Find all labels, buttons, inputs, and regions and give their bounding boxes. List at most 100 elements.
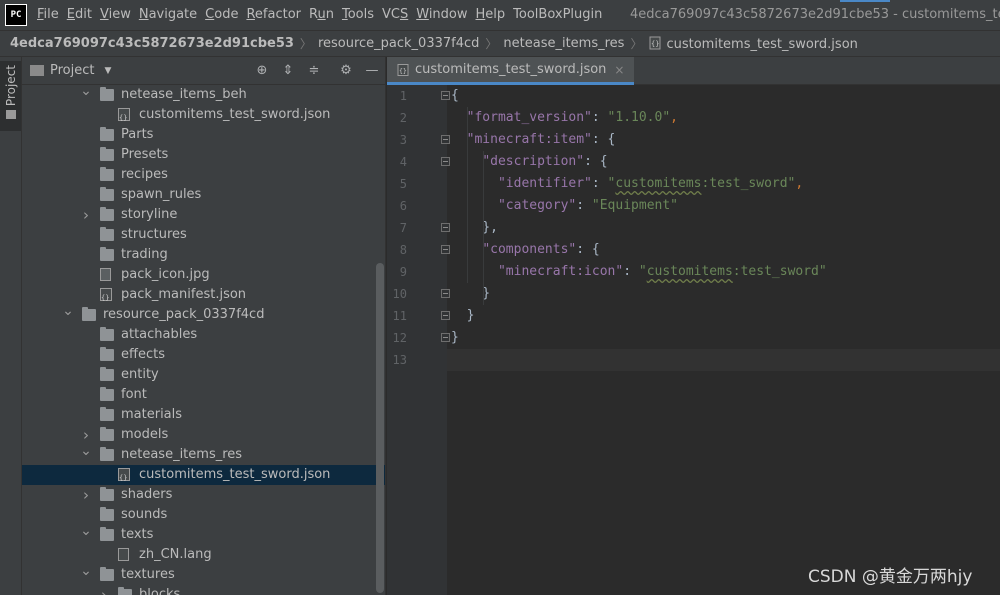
tree-item[interactable]: Parts — [22, 125, 385, 145]
project-tool-window-tab[interactable]: Project — [0, 61, 21, 131]
breadcrumb-netease-items-res[interactable]: netease_items_res — [503, 36, 624, 51]
fold-marker-icon[interactable] — [441, 91, 450, 100]
tree-item[interactable]: Presets — [22, 145, 385, 165]
tree-item-label: customitems_test_sword.json — [139, 467, 331, 482]
line-number: 1 — [399, 89, 407, 103]
tree-item[interactable]: › models — [22, 425, 385, 445]
tree-item[interactable]: font — [22, 385, 385, 405]
code-line[interactable]: "components": { — [451, 239, 599, 261]
tree-item[interactable]: › blocks — [22, 585, 385, 595]
menu-item[interactable]: Code — [201, 0, 242, 30]
code-line[interactable]: "category": "Equipment" — [451, 195, 678, 217]
menu-item[interactable]: Run — [305, 0, 338, 30]
folder-icon — [100, 427, 114, 441]
breadcrumb-file[interactable]: {} customitems_test_sword.json — [648, 36, 858, 52]
tree-item[interactable]: › shaders — [22, 485, 385, 505]
tree-item[interactable]: attachables — [22, 325, 385, 345]
tree-item[interactable]: effects — [22, 345, 385, 365]
menu-item[interactable]: Navigate — [135, 0, 201, 30]
fold-marker-icon[interactable] — [441, 135, 450, 144]
tree-item-label: font — [121, 387, 147, 402]
tree-item-label: entity — [121, 367, 159, 382]
chevron-down-icon[interactable]: ⌄ — [80, 524, 92, 545]
tree-item[interactable]: entity — [22, 365, 385, 385]
fold-marker-icon[interactable] — [441, 333, 450, 342]
chevron-right-icon[interactable]: › — [80, 485, 92, 505]
code-line[interactable]: } — [451, 283, 490, 305]
tree-item[interactable]: › storyline — [22, 205, 385, 225]
fold-marker-icon[interactable] — [441, 157, 450, 166]
fold-marker-icon[interactable] — [441, 245, 450, 254]
fold-marker-icon[interactable] — [441, 289, 450, 298]
menu-item[interactable]: Tools — [338, 0, 378, 30]
tree-item[interactable]: ⌄ netease_items_beh — [22, 84, 385, 105]
code-line[interactable]: } — [451, 305, 475, 327]
tree-item[interactable]: ⌄ resource_pack_0337f4cd — [22, 304, 385, 325]
editor-tab-bar: {} customitems_test_sword.json × — [387, 57, 1000, 85]
minimize-icon[interactable]: — — [364, 63, 380, 79]
tree-item[interactable]: ⌄ textures — [22, 564, 385, 585]
code-area[interactable]: 1 2 3 4 5 6 7 8 9 10 11 12 13 { "format_version": "1… — [387, 85, 1000, 595]
tree-item[interactable]: spawn_rules — [22, 185, 385, 205]
tree-scrollbar[interactable] — [376, 263, 384, 593]
collapse-all-icon[interactable]: ≑ — [306, 63, 322, 79]
line-number: 2 — [399, 111, 407, 125]
tree-item[interactable]: customitems_test_sword.json — [22, 105, 385, 128]
project-folder-icon — [30, 65, 44, 76]
close-icon[interactable]: × — [614, 63, 624, 77]
menu-item[interactable]: Edit — [63, 0, 96, 30]
fold-marker-icon[interactable] — [441, 311, 450, 320]
breadcrumb: 4edca769097c43c5872673e2d91cbe53 〉 resou… — [0, 30, 1000, 57]
chevron-down-icon[interactable]: ⌄ — [80, 444, 92, 465]
tab-customitems-test-sword[interactable]: {} customitems_test_sword.json × — [387, 57, 635, 85]
expand-all-icon[interactable]: ⇕ — [280, 63, 296, 79]
chevron-down-icon[interactable]: ⌄ — [62, 304, 74, 325]
code-line[interactable]: "minecraft:icon": "customitems:test_swor… — [451, 261, 827, 283]
tree-item[interactable]: recipes — [22, 165, 385, 185]
menu-item[interactable]: Window — [412, 0, 471, 30]
tree-item[interactable]: sounds — [22, 505, 385, 525]
code-line[interactable]: "identifier": "customitems:test_sword", — [451, 173, 803, 195]
tab-label: customitems_test_sword.json — [415, 62, 607, 77]
chevron-right-icon[interactable]: › — [80, 425, 92, 445]
breadcrumb-resource-pack[interactable]: resource_pack_0337f4cd — [318, 36, 479, 51]
tree-item-label: attachables — [121, 327, 198, 342]
menu-item[interactable]: View — [96, 0, 135, 30]
tree-item[interactable]: zh_CN.lang — [22, 545, 385, 565]
menu-item[interactable]: File — [33, 0, 63, 30]
chevron-down-icon[interactable]: ⌄ — [80, 84, 92, 105]
locate-icon[interactable]: ⊕ — [254, 63, 270, 79]
code-line[interactable]: "minecraft:item": { — [451, 129, 616, 151]
code-token: "minecraft:item" — [466, 132, 592, 147]
tree-item[interactable]: structures — [22, 225, 385, 245]
chevron-right-icon[interactable]: › — [80, 205, 92, 225]
tree-item[interactable]: pack_manifest.json — [22, 285, 385, 308]
menu-label-part: ToolBoxPlugin — [513, 7, 603, 22]
folder-icon — [100, 507, 114, 521]
tree-item[interactable]: trading — [22, 245, 385, 265]
chevron-down-icon[interactable]: ⌄ — [80, 564, 92, 585]
fold-marker-icon[interactable] — [441, 223, 450, 232]
tree-item-label: structures — [121, 227, 187, 242]
project-view-selector[interactable]: Project — [50, 63, 94, 78]
menu-item[interactable]: Refactor — [242, 0, 305, 30]
gear-icon[interactable]: ⚙ — [338, 63, 354, 79]
code-line[interactable]: } — [451, 327, 459, 349]
menu-item[interactable]: Help — [472, 0, 510, 30]
code-token: : { — [591, 132, 616, 147]
tree-item[interactable]: ⌄ texts — [22, 524, 385, 545]
code-line[interactable]: }, — [451, 217, 498, 239]
chevron-down-icon[interactable]: ▼ — [104, 66, 111, 76]
code-line[interactable]: "description": { — [451, 151, 607, 173]
tree-item[interactable]: pack_icon.jpg — [22, 265, 385, 285]
tree-item[interactable]: materials — [22, 405, 385, 425]
tree-item[interactable]: customitems_test_sword.json — [22, 465, 385, 488]
menu-item[interactable]: VCS — [378, 0, 412, 30]
code-line[interactable]: "format_version": "1.10.0", — [451, 107, 678, 129]
chevron-right-icon[interactable]: › — [98, 585, 110, 595]
pycharm-logo-icon: PC — [5, 4, 27, 26]
code-line[interactable]: { — [451, 85, 459, 107]
tree-item[interactable]: ⌄ netease_items_res — [22, 444, 385, 465]
breadcrumb-project[interactable]: 4edca769097c43c5872673e2d91cbe53 — [10, 36, 294, 51]
menu-item[interactable]: ToolBoxPlugin — [509, 0, 606, 30]
